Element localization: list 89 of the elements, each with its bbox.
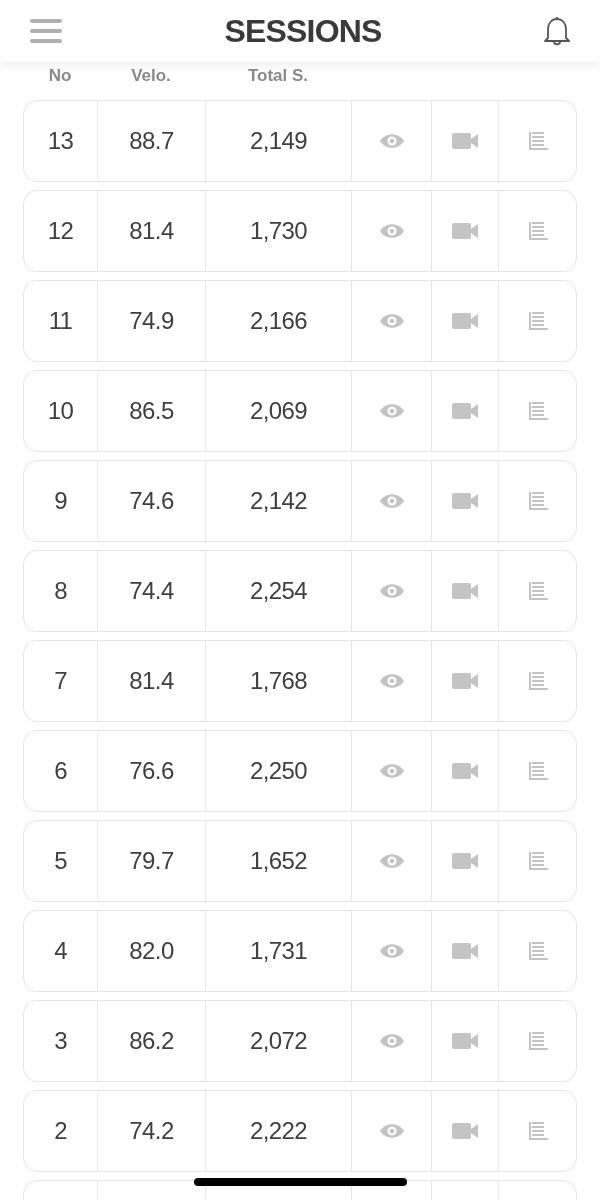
list-icon [527, 131, 548, 151]
page-title: SESSIONS [224, 12, 382, 51]
list-icon [527, 221, 548, 241]
eye-icon [378, 1033, 405, 1049]
list-icon [527, 851, 548, 871]
video-camera-icon [452, 763, 478, 779]
velocity-value: 76.6 [129, 756, 174, 786]
session-number: 11 [48, 306, 73, 336]
total-value: 2,222 [249, 1116, 308, 1146]
total-value: 2,149 [249, 126, 308, 156]
list-icon [527, 401, 548, 421]
session-number: 4 [54, 936, 67, 966]
column-header: No [48, 65, 72, 87]
eye-icon [378, 583, 405, 599]
eye-icon [378, 763, 405, 779]
session-row[interactable]: 12 81.4 1,730 [23, 190, 577, 272]
eye-icon [378, 853, 405, 869]
total-value: 2,069 [249, 396, 308, 426]
velocity-value: 74.9 [129, 306, 174, 336]
session-row[interactable]: 7 81.4 1,768 [23, 640, 577, 722]
total-value: 1,731 [249, 936, 308, 966]
session-number: 13 [47, 126, 74, 156]
list-icon [527, 491, 548, 511]
velocity-value: 81.4 [129, 666, 174, 696]
velocity-value: 88.7 [129, 126, 174, 156]
total-value: 2,072 [249, 1026, 308, 1056]
velocity-value: 86.2 [129, 1026, 174, 1056]
total-value: 1,768 [249, 666, 308, 696]
session-row[interactable]: 6 76.6 2,250 [23, 730, 577, 812]
session-row[interactable]: 10 86.5 2,069 [23, 370, 577, 452]
session-number: 3 [54, 1026, 67, 1056]
total-value: 2,254 [249, 576, 308, 606]
session-number: 12 [47, 216, 74, 246]
session-row[interactable]: 4 82.0 1,731 [23, 910, 577, 992]
session-row[interactable]: 9 74.6 2,142 [23, 460, 577, 542]
video-camera-icon [452, 673, 478, 689]
video-camera-icon [452, 853, 478, 869]
total-value: 1,652 [249, 846, 308, 876]
eye-icon [378, 1123, 405, 1139]
session-number: 5 [54, 846, 67, 876]
eye-icon [378, 313, 405, 329]
session-number: 6 [54, 756, 67, 786]
list-icon [527, 1031, 548, 1051]
velocity-value: 74.4 [129, 576, 174, 606]
video-camera-icon [452, 1033, 478, 1049]
session-row[interactable]: 11 74.9 2,166 [23, 280, 577, 362]
session-row[interactable]: 5 79.7 1,652 [23, 820, 577, 902]
velocity-value: 74.2 [129, 1116, 174, 1146]
total-value: 2,142 [249, 486, 308, 516]
bell-icon[interactable] [544, 16, 570, 46]
session-number: 2 [54, 1116, 67, 1146]
velocity-value: 86.5 [129, 396, 174, 426]
list-icon [527, 941, 548, 961]
session-row[interactable]: 13 88.7 2,149 [23, 100, 577, 182]
velocity-value: 79.7 [129, 846, 174, 876]
video-camera-icon [452, 1123, 478, 1139]
video-camera-icon [452, 223, 478, 239]
velocity-value: 81.4 [129, 216, 174, 246]
list-icon [527, 581, 548, 601]
eye-icon [378, 493, 405, 509]
velocity-value: 82.0 [129, 936, 174, 966]
total-value: 1,730 [249, 216, 308, 246]
column-header: Total S. [247, 65, 309, 87]
video-camera-icon [452, 493, 478, 509]
session-row[interactable]: 8 74.4 2,254 [23, 550, 577, 632]
video-camera-icon [452, 943, 478, 959]
session-number: 8 [54, 576, 67, 606]
video-camera-icon [452, 133, 478, 149]
list-icon [527, 761, 548, 781]
list-icon [527, 1121, 548, 1141]
session-number: 9 [54, 486, 67, 516]
column-header: Velo. [131, 65, 171, 87]
session-number: 7 [54, 666, 67, 696]
eye-icon [378, 943, 405, 959]
session-row[interactable]: 3 86.2 2,072 [23, 1000, 577, 1082]
video-camera-icon [452, 403, 478, 419]
total-value: 2,250 [249, 756, 308, 786]
list-icon [527, 311, 548, 331]
velocity-value: 74.6 [129, 486, 174, 516]
eye-icon [378, 133, 405, 149]
eye-icon [378, 673, 405, 689]
video-camera-icon [452, 313, 478, 329]
total-value: 2,166 [249, 306, 308, 336]
session-row[interactable]: 2 74.2 2,222 [23, 1090, 577, 1172]
eye-icon [378, 223, 405, 239]
session-number: 10 [47, 396, 74, 426]
video-camera-icon [452, 583, 478, 599]
eye-icon [378, 403, 405, 419]
list-icon [527, 671, 548, 691]
